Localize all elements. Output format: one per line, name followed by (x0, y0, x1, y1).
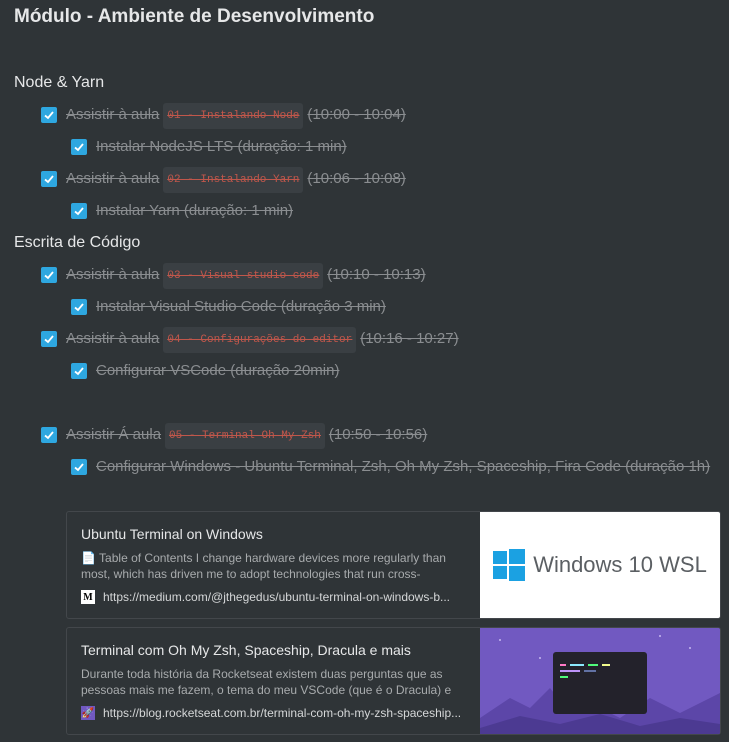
task-time: (10:00 - 10:04) (307, 106, 406, 123)
bookmark-url[interactable]: https://blog.rocketseat.com.br/terminal-… (103, 706, 461, 720)
task-config-windows[interactable]: Configurar Windows - Ubuntu Terminal, Zs… (71, 455, 719, 479)
task-aula-03[interactable]: Assistir à aula 03 - Visual studio code … (41, 263, 426, 289)
task-aula-01[interactable]: Assistir à aula 01 - Instalando Node (10… (41, 103, 406, 129)
bookmark-description: Durante toda história da Rocketseat exis… (81, 667, 452, 697)
task-label: Configurar Windows - Ubuntu Terminal, Zs… (96, 458, 711, 475)
section-escrita-codigo: Escrita de Código (14, 234, 141, 251)
task-prefix: Assistir à aula (66, 106, 160, 123)
task-time: (10:16 - 10:27) (360, 330, 459, 347)
task-prefix: Assistir à aula (66, 170, 160, 187)
checkbox-checked-icon[interactable] (41, 267, 57, 283)
task-install-yarn[interactable]: Instalar Yarn (duração: 1 min) (71, 199, 293, 223)
checkbox-checked-icon[interactable] (71, 363, 87, 379)
windows-logo-icon (493, 549, 526, 581)
task-label: Configurar VSCode (duração 20min) (96, 362, 340, 379)
inline-code: 03 - Visual studio code (163, 263, 324, 289)
bookmark-description: 📄 Table of Contents I change hardware de… (81, 551, 446, 581)
task-time: (10:10 - 10:13) (327, 266, 426, 283)
task-prefix: Assistir à aula (66, 266, 160, 283)
bookmark-title: Ubuntu Terminal on Windows (81, 526, 263, 542)
task-prefix: Assistir Á aula (66, 426, 162, 443)
bookmark-card-ubuntu[interactable]: Ubuntu Terminal on Windows 📄 Table of Co… (66, 511, 721, 619)
thumbnail-text: Windows 10 WSL (533, 552, 707, 577)
checkbox-checked-icon[interactable] (41, 107, 57, 123)
inline-code: 02 - Instalando Yarn (163, 167, 304, 193)
task-install-node[interactable]: Instalar NodeJS LTS (duração: 1 min) (71, 135, 347, 159)
checkbox-checked-icon[interactable] (71, 203, 87, 219)
task-aula-02[interactable]: Assistir à aula 02 - Instalando Yarn (10… (41, 167, 406, 193)
task-label: Instalar NodeJS LTS (duração: 1 min) (96, 138, 347, 155)
page-title: Módulo - Ambiente de Desenvolvimento (14, 6, 375, 27)
task-label: Instalar Yarn (duração: 1 min) (96, 202, 294, 219)
checkbox-checked-icon[interactable] (41, 427, 57, 443)
bookmark-card-rocketseat[interactable]: Terminal com Oh My Zsh, Spaceship, Dracu… (66, 627, 721, 735)
task-aula-05[interactable]: Assistir Á aula 05 - Terminal Oh My Zsh … (41, 423, 427, 449)
task-time: (10:50 - 10:56) (328, 426, 428, 443)
task-time: (10:06 - 10:08) (307, 170, 406, 187)
task-config-vscode[interactable]: Configurar VSCode (duração 20min) (71, 359, 339, 383)
checkbox-checked-icon[interactable] (41, 331, 57, 347)
section-node-yarn: Node & Yarn (14, 74, 105, 91)
task-prefix: Assistir à aula (66, 330, 160, 347)
checkbox-checked-icon[interactable] (41, 171, 57, 187)
checkbox-checked-icon[interactable] (71, 139, 87, 155)
bookmark-thumbnail: Windows 10 WSL (480, 512, 720, 618)
inline-code: 05 - Terminal Oh My Zsh (165, 423, 325, 449)
bookmark-thumbnail (480, 628, 720, 734)
terminal-illustration-icon (480, 628, 720, 734)
checkbox-checked-icon[interactable] (71, 459, 87, 475)
inline-code: 04 - Configurações do editor (163, 327, 357, 353)
medium-logo-icon: M (81, 590, 95, 604)
bookmark-url[interactable]: https://medium.com/@jthegedus/ubuntu-ter… (103, 590, 450, 604)
task-label: Instalar Visual Studio Code (duração 3 m… (96, 298, 386, 315)
bookmark-title: Terminal com Oh My Zsh, Spaceship, Dracu… (81, 642, 411, 658)
inline-code: 01 - Instalando Node (163, 103, 304, 129)
rocketseat-logo-icon: 🚀 (81, 706, 95, 720)
checkbox-checked-icon[interactable] (71, 299, 87, 315)
task-aula-04[interactable]: Assistir à aula 04 - Configurações do ed… (41, 327, 459, 353)
task-install-vscode[interactable]: Instalar Visual Studio Code (duração 3 m… (71, 295, 386, 319)
